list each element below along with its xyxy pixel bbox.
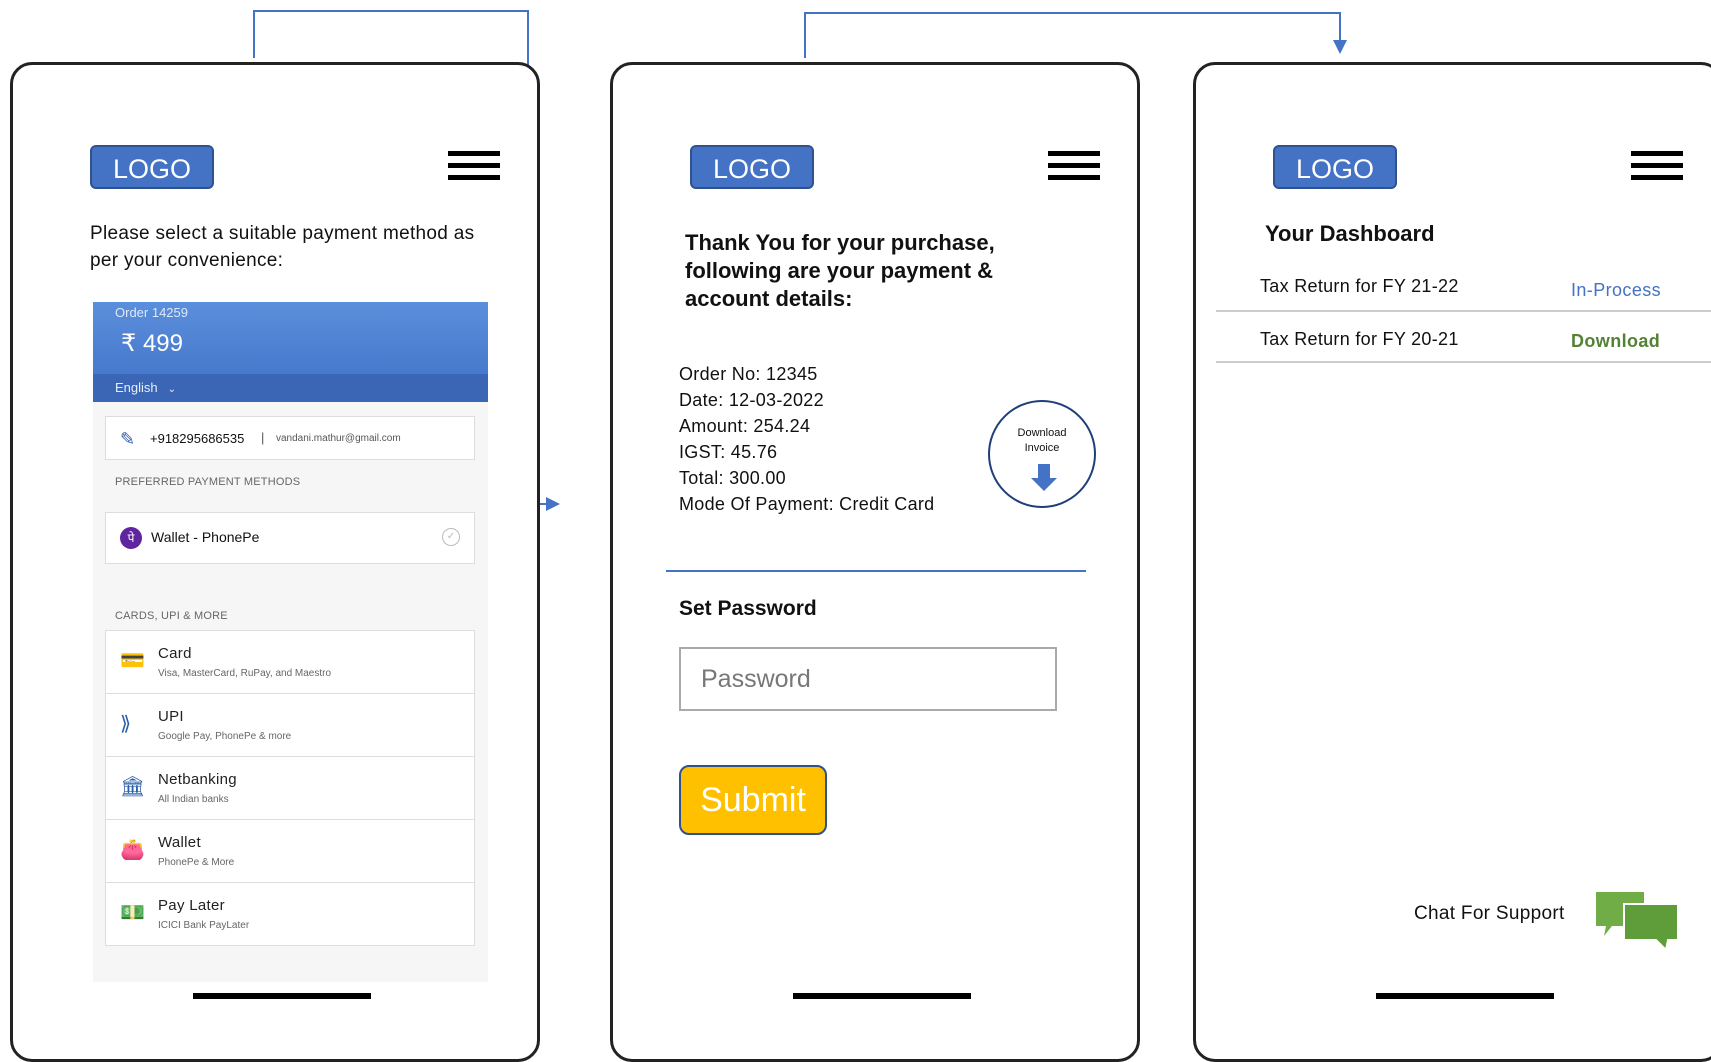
method-name: Pay Later — [158, 897, 225, 914]
method-sub: Google Pay, PhonePe & more — [158, 731, 292, 742]
paylater-icon: 💵 — [120, 902, 145, 924]
order-amount: ₹ 499 — [121, 330, 183, 357]
chat-support-label[interactable]: Chat For Support — [1414, 903, 1565, 925]
phonepe-icon: पे — [120, 527, 142, 549]
tax-row-label: Tax Return for FY 20-21 — [1260, 329, 1459, 349]
connector-1-up — [253, 10, 255, 58]
payment-panel: ✎ +918295686535 | vandani.mathur@gmail.c… — [93, 402, 488, 982]
method-name: Card — [158, 645, 192, 662]
detail-order-no: Order No: 12345 — [679, 364, 818, 384]
phone-frame-confirmation: LOGO Thank You for your purchase, follow… — [610, 62, 1140, 1062]
download-link[interactable]: Download — [1571, 331, 1660, 352]
logo: LOGO — [1273, 145, 1397, 189]
method-name: Netbanking — [158, 771, 237, 788]
connector-2-arrow — [1333, 40, 1347, 54]
connector-2-down — [1339, 12, 1341, 42]
row-divider — [1216, 361, 1711, 363]
hamburger-menu-icon[interactable] — [1048, 151, 1100, 181]
tax-row-label: Tax Return for FY 21-22 — [1260, 276, 1459, 296]
method-sub: Visa, MasterCard, RuPay, and Maestro — [158, 668, 332, 679]
download-label-1: Download — [1017, 427, 1067, 439]
method-name: UPI — [158, 708, 184, 725]
row-divider — [1216, 310, 1711, 312]
upi-icon: ⟫ — [120, 713, 132, 735]
detail-amount: Amount: 254.24 — [679, 416, 811, 436]
download-invoice-button[interactable]: Download Invoice — [988, 400, 1096, 508]
preferred-methods-title: PREFERRED PAYMENT METHODS — [115, 476, 301, 488]
download-arrow-head — [1031, 478, 1057, 491]
submit-button[interactable]: Submit — [679, 765, 827, 835]
phone-frame-dashboard: LOGO Your Dashboard Tax Return for FY 21… — [1193, 62, 1711, 1062]
language-selector[interactable]: English ⌄ — [93, 374, 488, 402]
chevron-down-icon: ⌄ — [167, 384, 177, 395]
method-netbanking[interactable]: 🏛 Netbanking All Indian banks — [105, 756, 475, 820]
detail-total: Total: 300.00 — [679, 468, 786, 488]
method-upi[interactable]: ⟫ UPI Google Pay, PhonePe & more — [105, 693, 475, 757]
method-name: Wallet — [158, 834, 201, 851]
set-password-title: Set Password — [679, 597, 817, 620]
payment-instruction: Please select a suitable payment method … — [90, 223, 475, 271]
contact-email: vandani.mathur@gmail.com — [276, 433, 401, 444]
method-sub: ICICI Bank PayLater — [158, 920, 250, 931]
preferred-method-label: Wallet - PhonePe — [151, 529, 260, 545]
card-icon: 💳 — [120, 650, 145, 672]
hamburger-menu-icon[interactable] — [1631, 151, 1683, 181]
password-input[interactable] — [679, 647, 1057, 711]
contact-info[interactable]: ✎ +918295686535 | vandani.mathur@gmail.c… — [105, 416, 475, 460]
method-sub: All Indian banks — [158, 794, 229, 805]
logo: LOGO — [690, 145, 814, 189]
connector-2-up — [804, 12, 806, 58]
contact-phone: +918295686535 — [150, 431, 245, 446]
method-sub: PhonePe & More — [158, 857, 235, 868]
detail-igst: IGST: 45.76 — [679, 442, 778, 462]
method-pay-later[interactable]: 💵 Pay Later ICICI Bank PayLater — [105, 882, 475, 946]
home-indicator — [1376, 993, 1554, 999]
section-divider — [666, 570, 1086, 572]
detail-mode: Mode Of Payment: Credit Card — [679, 494, 935, 514]
download-arrow-icon — [1038, 464, 1050, 478]
connector-2-top — [804, 12, 1340, 14]
detail-date: Date: 12-03-2022 — [679, 390, 824, 410]
home-indicator — [193, 993, 371, 999]
connector-1-top — [253, 10, 528, 12]
hamburger-menu-icon[interactable] — [448, 151, 500, 181]
order-banner: Order 14259 ₹ 499 English ⌄ — [93, 302, 488, 402]
thank-you-heading: Thank You for your purchase, following a… — [685, 230, 995, 311]
dashboard-title: Your Dashboard — [1265, 221, 1435, 246]
bank-icon: 🏛 — [120, 776, 146, 798]
preferred-method-phonepe[interactable]: पे Wallet - PhonePe ✓ — [105, 512, 475, 564]
chat-bubbles-icon[interactable] — [1594, 890, 1680, 950]
wallet-icon: 👛 — [120, 839, 145, 861]
edit-icon[interactable]: ✎ — [120, 429, 135, 450]
check-circle-icon[interactable]: ✓ — [442, 528, 460, 546]
contact-separator: | — [261, 430, 265, 445]
more-methods-title: CARDS, UPI & MORE — [115, 610, 228, 622]
logo: LOGO — [90, 145, 214, 189]
status-in-process: In-Process — [1571, 280, 1662, 300]
connector-1-arrow — [546, 497, 560, 511]
phone-frame-payment: LOGO Please select a suitable payment me… — [10, 62, 540, 1062]
payment-details: Order No: 12345 Date: 12-03-2022 Amount:… — [679, 361, 935, 517]
method-wallet[interactable]: 👛 Wallet PhonePe & More — [105, 819, 475, 883]
language-label: English — [115, 380, 158, 395]
method-card[interactable]: 💳 Card Visa, MasterCard, RuPay, and Maes… — [105, 630, 475, 694]
download-label-2: Invoice — [1024, 442, 1060, 454]
order-number: Order 14259 — [115, 305, 188, 320]
home-indicator — [793, 993, 971, 999]
